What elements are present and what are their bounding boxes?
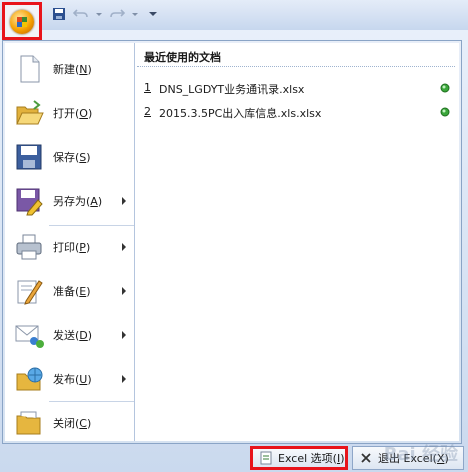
redo-button[interactable]: [108, 5, 126, 23]
prepare-pencil-icon: [17, 280, 43, 305]
menu-item-save-as[interactable]: 另存为(A): [5, 181, 134, 221]
menu-divider: [49, 401, 134, 402]
submenu-arrow-icon: [122, 197, 126, 205]
recent-documents-panel: 最近使用的文档 1 DNS_LGDYT业务通讯录.xlsx 2 2015.3.5…: [135, 43, 459, 441]
customize-toolbar-button[interactable]: [144, 5, 162, 23]
options-document-icon: [260, 451, 272, 465]
excel-options-button[interactable]: Excel 选项(I): [250, 446, 348, 470]
printer-icon: [16, 234, 42, 260]
recent-document-item[interactable]: 1 DNS_LGDYT业务通讯录.xlsx: [135, 77, 459, 99]
undo-dropdown-button[interactable]: [90, 5, 108, 23]
send-mail-icon: [15, 325, 44, 348]
menu-divider: [49, 225, 134, 226]
chevron-down-icon: [96, 12, 102, 16]
watermark: Bai 经验: [383, 444, 458, 465]
redo-dropdown-button[interactable]: [126, 5, 144, 23]
close-folder-icon: [16, 411, 41, 435]
close-x-icon: [361, 453, 371, 463]
new-document-icon: [20, 55, 40, 83]
submenu-arrow-icon: [122, 375, 126, 383]
save-icon: [53, 8, 65, 20]
pin-icon[interactable]: [439, 82, 451, 94]
customize-arrow-icon: [149, 12, 157, 16]
menu-item-save[interactable]: 保存(S): [5, 137, 134, 177]
recent-divider: [137, 66, 455, 68]
menu-item-publish[interactable]: 发布(U): [5, 359, 134, 399]
menu-item-open[interactable]: 打开(O): [5, 93, 134, 133]
menu-item-send[interactable]: 发送(D): [5, 315, 134, 355]
save-as-icon: [16, 188, 43, 216]
recent-document-name: 2015.3.5PC出入库信息.xls.xlsx: [159, 107, 322, 120]
recent-document-item[interactable]: 2 2015.3.5PC出入库信息.xls.xlsx: [135, 101, 459, 123]
office-menu: 新建(N) 打开(O) 保存(S) 另存为(A) 打印(P) 准备(E) 发送(…: [2, 40, 462, 444]
menu-item-prepare[interactable]: 准备(E): [5, 271, 134, 311]
redo-icon: [110, 9, 125, 18]
menu-item-print[interactable]: 打印(P): [5, 227, 134, 267]
submenu-arrow-icon: [122, 287, 126, 295]
menu-item-new[interactable]: 新建(N): [5, 49, 134, 89]
quick-save-button[interactable]: [50, 5, 68, 23]
submenu-arrow-icon: [122, 331, 126, 339]
office-logo-icon: [10, 10, 34, 34]
recent-document-name: DNS_LGDYT业务通讯录.xlsx: [159, 83, 305, 96]
undo-icon: [73, 9, 88, 18]
recent-document-number: 1: [144, 81, 151, 94]
title-bar: [0, 0, 468, 30]
publish-folder-icon: [16, 367, 43, 391]
recent-document-number: 2: [144, 105, 151, 118]
undo-button[interactable]: [72, 5, 90, 23]
submenu-arrow-icon: [122, 243, 126, 251]
recent-documents-title: 最近使用的文档: [144, 51, 221, 64]
chevron-down-icon: [132, 12, 138, 16]
open-folder-icon: [16, 100, 44, 125]
office-button[interactable]: [2, 2, 42, 40]
pin-icon[interactable]: [439, 106, 451, 118]
menu-commands: 新建(N) 打开(O) 保存(S) 另存为(A) 打印(P) 准备(E) 发送(…: [5, 43, 135, 441]
save-disk-icon: [16, 144, 42, 170]
menu-item-close[interactable]: 关闭(C): [5, 403, 134, 443]
